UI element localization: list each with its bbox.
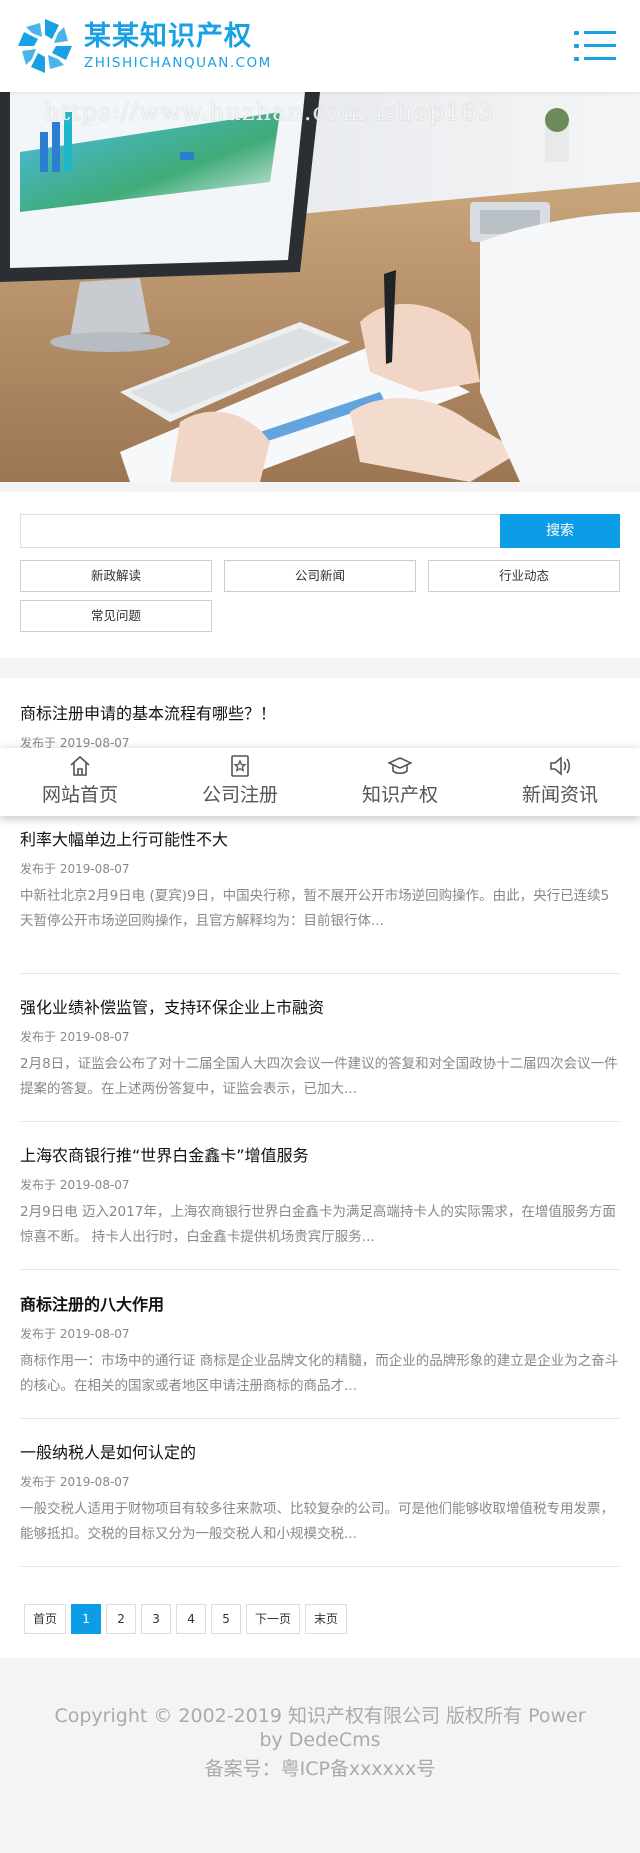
article-title[interactable]: 商标注册的八大作用 [20,1291,164,1315]
page-first[interactable]: 首页 [24,1604,67,1634]
page-last[interactable]: 末页 [305,1604,348,1634]
banner-illustration [0,92,640,482]
speaker-icon [550,756,571,776]
nav-home[interactable]: 网站首页 [0,748,160,816]
nav-label: 公司注册 [201,784,278,806]
search-button[interactable]: 搜索 [500,514,620,548]
page-4[interactable]: 4 [176,1604,207,1634]
icp-text: 备案号：粤ICP备xxxxxx号 [204,1758,436,1780]
menu-icon[interactable] [574,28,616,64]
banner-image: https://www.huzhan.com/ishop163 [0,92,640,482]
article-title[interactable]: 一般纳税人是如何认定的 [20,1439,196,1463]
search-input[interactable] [20,514,501,548]
list-item[interactable]: 商标注册的八大作用 发布于 2019-08-07 商标作用一：市场中的通行证 商… [20,1270,620,1419]
nav-company-registration[interactable]: 公司注册 [160,748,320,816]
list-item[interactable]: 商标注册申请的基本流程有哪些？！ 发布于 2019-08-07 [20,678,620,750]
article-summary: 2月8日，证监会公布了对十二届全国人大四次会议一件建议的答复和对全国政协十二届四… [20,1056,618,1097]
page-next[interactable]: 下一页 [246,1604,301,1634]
article-title[interactable]: 利率大幅单边上行可能性不大 [20,826,228,850]
article-title[interactable]: 商标注册申请的基本流程有哪些？！ [20,700,276,724]
tag-policy[interactable]: 新政解读 [20,560,212,592]
site-header: 某某知识产权 ZHISHICHANQUAN.COM [0,0,640,92]
search-section: 搜索 新政解读 公司新闻 行业动态 常见问题 [0,492,640,658]
logo-subtitle: ZHISHICHANQUAN.COM [84,55,272,71]
article-list: 商标注册申请的基本流程有哪些？！ 发布于 2019-08-07 利率大幅单边上行… [0,678,640,1658]
article-title[interactable]: 强化业绩补偿监管，支持环保企业上市融资 [20,994,324,1018]
graduation-cap-icon [388,757,412,775]
site-footer: Copyright © 2002-2019 知识产权有限公司 版权所有 Powe… [0,1658,640,1853]
tag-company-news[interactable]: 公司新闻 [224,560,416,592]
nav-intellectual-property[interactable]: 知识产权 [320,748,480,816]
page-3[interactable]: 3 [141,1604,172,1634]
article-title[interactable]: 上海农商银行推“世界白金鑫卡”增值服务 [20,1142,309,1166]
article-summary: 2月9日电 迈入2017年，上海农商银行世界白金鑫卡为满足高端持卡人的实际需求，… [20,1204,616,1245]
article-date: 发布于 2019-08-07 [20,1475,130,1489]
article-date: 发布于 2019-08-07 [20,1178,130,1192]
pagination: 首页 1 2 3 4 5 下一页 末页 [24,1604,352,1634]
article-date: 发布于 2019-08-07 [20,1327,130,1341]
home-icon [70,755,90,776]
list-item[interactable]: 利率大幅单边上行可能性不大 发布于 2019-08-07 中新社北京2月9日电 … [20,826,620,974]
watermark-text: https://www.huzhan.com/ishop163 [44,98,495,126]
article-date: 发布于 2019-08-07 [20,1030,130,1044]
article-date: 发布于 2019-08-07 [20,862,130,876]
copyright-text: Copyright © 2002-2019 知识产权有限公司 版权所有 Powe… [54,1705,586,1751]
article-summary: 商标作用一：市场中的通行证 商标是企业品牌文化的精髓，而企业的品牌形象的建立是企… [20,1353,619,1394]
list-item[interactable]: 上海农商银行推“世界白金鑫卡”增值服务 发布于 2019-08-07 2月9日电… [20,1122,620,1270]
article-summary: 中新社北京2月9日电 (夏宾)9日，中国央行称，暂不展开公开市场逆回购操作。由此… [20,888,610,929]
page-1[interactable]: 1 [71,1604,102,1634]
bottom-nav: 网站首页 公司注册 知识产权 新闻资讯 [0,748,640,816]
tag-faq[interactable]: 常见问题 [20,600,212,632]
page-5[interactable]: 5 [211,1604,242,1634]
nav-news[interactable]: 新闻资讯 [480,748,640,816]
article-summary: 一般交税人适用于财物项目有较多往来款项、比较复杂的公司。可是他们能够收取增值税专… [20,1501,614,1542]
star-badge-icon [231,755,249,777]
list-item[interactable]: 强化业绩补偿监管，支持环保企业上市融资 发布于 2019-08-07 2月8日，… [20,974,620,1122]
logo-pinwheel-icon [18,19,72,73]
logo-title: 某某知识产权 [84,21,252,52]
nav-label: 知识产权 [361,784,438,806]
site-logo[interactable]: 某某知识产权 ZHISHICHANQUAN.COM [12,14,272,78]
nav-label: 网站首页 [41,784,118,806]
nav-label: 新闻资讯 [521,784,598,806]
page-2[interactable]: 2 [106,1604,137,1634]
tag-industry[interactable]: 行业动态 [428,560,620,592]
list-item[interactable]: 一般纳税人是如何认定的 发布于 2019-08-07 一般交税人适用于财物项目有… [20,1419,620,1567]
